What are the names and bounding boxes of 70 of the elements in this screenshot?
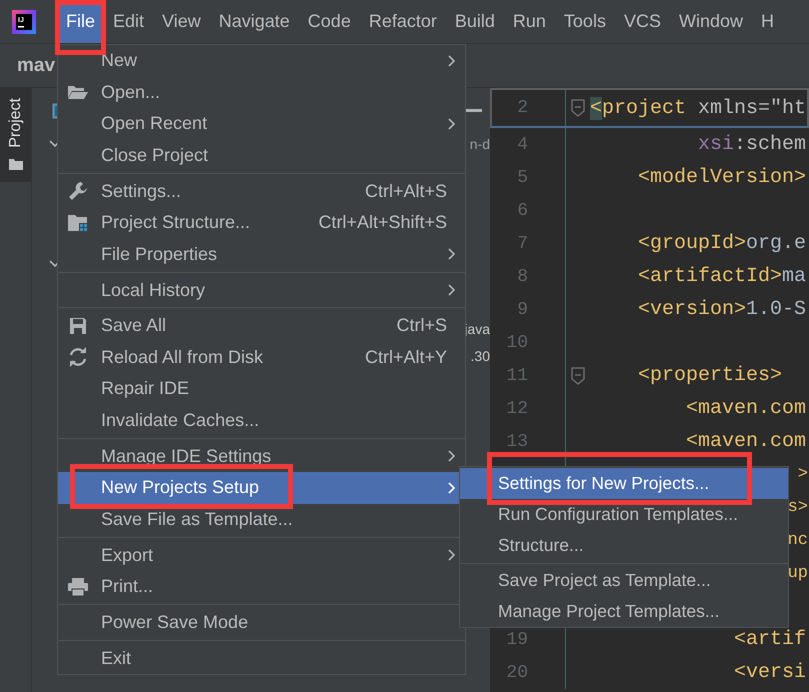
- code-line: <artifactId>ma: [637, 265, 806, 288]
- shortcut-text: Ctrl+S: [396, 315, 448, 336]
- menu-bar-item[interactable]: Navigate: [210, 0, 299, 43]
- menu-bar-item[interactable]: H: [752, 0, 783, 43]
- folder-icon: [67, 84, 89, 100]
- code-line: >: [798, 465, 808, 484]
- code-line: <artif: [733, 628, 806, 651]
- line-number: 9: [516, 300, 528, 320]
- line-number: 11: [505, 366, 528, 386]
- menu-bar-item[interactable]: View: [153, 0, 210, 43]
- code-line: <version>1.0-S: [637, 298, 806, 321]
- shortcut-text: Ctrl+Alt+Y: [364, 346, 448, 368]
- menu-bar-item[interactable]: Code: [298, 0, 360, 43]
- menu-item[interactable]: Reload All from Disk Ctrl+Alt+Y: [58, 342, 465, 374]
- save-icon: [69, 316, 87, 335]
- code-line: <maven.com: [685, 397, 806, 420]
- menu-item[interactable]: File Properties: [58, 238, 465, 270]
- menu-item[interactable]: Project Structure... Ctrl+Alt+Shift+S: [58, 206, 465, 238]
- tree-item-text: n-d: [470, 136, 490, 152]
- menu-bar-item[interactable]: Build: [446, 0, 504, 43]
- project-tab[interactable]: Project: [0, 88, 31, 182]
- wrench-icon: [68, 181, 88, 202]
- fold-icon[interactable]: [571, 99, 585, 117]
- code-line: nc: [788, 531, 808, 550]
- folder-icon: [8, 158, 22, 170]
- menu-bar-item[interactable]: Edit: [104, 0, 154, 43]
- code-line: <properties>: [637, 364, 782, 387]
- line-number: 10: [505, 332, 528, 352]
- menu-bar-item[interactable]: VCS: [614, 0, 670, 43]
- code-line: <modelVersion>: [637, 166, 806, 189]
- menu-bar-item[interactable]: Refactor: [360, 0, 446, 43]
- code-line: <project xmlns="ht: [590, 96, 806, 120]
- menu-item[interactable]: Repair IDE: [58, 373, 465, 405]
- menu-item[interactable]: Invalidate Caches...: [58, 404, 465, 436]
- line-number: 4: [516, 134, 528, 154]
- code-line: <versi: [733, 661, 806, 684]
- line-number: 20: [505, 662, 528, 682]
- line-number: 5: [516, 168, 528, 188]
- printer-icon: [67, 578, 89, 596]
- shortcut-text: Ctrl+Alt+Shift+S: [318, 212, 448, 234]
- line-number: 12: [505, 398, 528, 418]
- line-number: 6: [516, 200, 528, 220]
- line-number: 19: [505, 630, 528, 650]
- folder-grid-icon: [67, 212, 89, 233]
- menu-bar-item[interactable]: Window: [670, 0, 752, 43]
- code-line: s>: [788, 498, 808, 517]
- menu-item[interactable]: Settings for New Projects...: [460, 468, 788, 499]
- reload-icon: [68, 347, 88, 368]
- project-name: mav: [17, 54, 56, 76]
- menu-item[interactable]: New: [58, 45, 465, 76]
- fold-icon[interactable]: [571, 366, 585, 384]
- menu-item[interactable]: Open...: [58, 76, 465, 108]
- menu-item[interactable]: Local History: [58, 274, 465, 306]
- code-line: <groupId>org.e: [637, 232, 806, 255]
- menu-item[interactable]: Open Recent: [58, 108, 465, 140]
- code-line: <maven.com: [685, 430, 806, 453]
- tree-item-text: .30: [470, 348, 490, 364]
- menu-bar-item[interactable]: Run: [504, 0, 555, 43]
- line-number: 7: [516, 234, 528, 254]
- shortcut-text: Ctrl+Alt+S: [364, 180, 448, 202]
- menu-item[interactable]: Exit: [58, 642, 465, 674]
- menu-item[interactable]: Close Project: [58, 140, 465, 171]
- line-number: 2: [516, 98, 528, 118]
- menu-bar-item[interactable]: Tools: [554, 0, 615, 43]
- line-number: 8: [516, 266, 528, 286]
- line-number: 13: [505, 432, 528, 452]
- code-line: xsi:schem: [697, 133, 806, 156]
- code-line: up: [788, 564, 808, 583]
- menu-item[interactable]: Settings... Ctrl+Alt+S: [58, 175, 465, 207]
- menu-item[interactable]: Save All Ctrl+S: [58, 310, 465, 342]
